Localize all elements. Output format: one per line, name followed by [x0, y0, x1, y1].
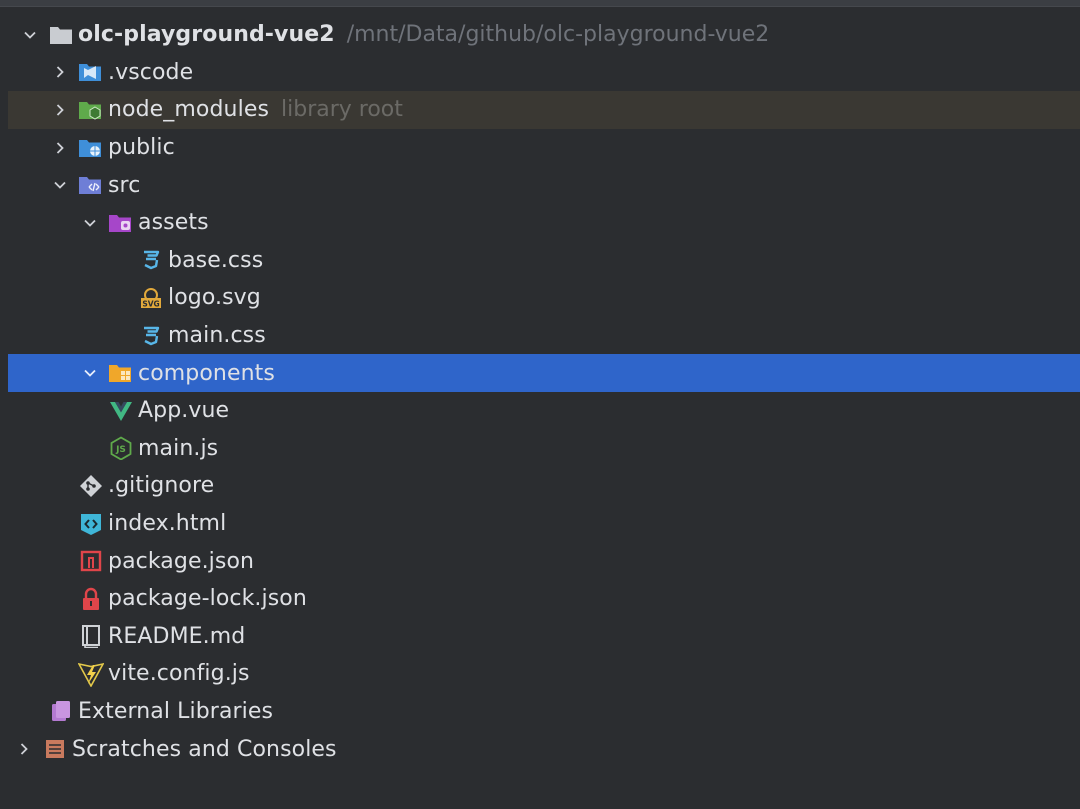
scratches-icon — [42, 736, 68, 762]
project-path: /mnt/Data/github/olc-playground-vue2 — [346, 22, 770, 48]
panel-top-border — [0, 0, 1080, 7]
tree-item-node-modules[interactable]: node_modules library root — [8, 91, 1080, 129]
tree-item-vscode[interactable]: .vscode — [0, 54, 1080, 92]
tree-item-gitignore[interactable]: .gitignore — [0, 467, 1080, 505]
vscode-folder-icon — [78, 59, 104, 85]
project-name: olc-playground-vue2 — [78, 22, 335, 48]
npm-file-icon — [78, 548, 104, 574]
node-folder-icon — [78, 97, 104, 123]
tree-item-label: main.js — [138, 435, 219, 461]
assets-folder-icon — [108, 210, 134, 236]
tree-item-label: logo.svg — [168, 285, 261, 311]
tree-item-src[interactable]: src — [0, 166, 1080, 204]
tree-item-external-libraries[interactable]: External Libraries — [0, 693, 1080, 731]
tree-item-main-css[interactable]: main.css — [0, 317, 1080, 355]
tree-item-logo-svg[interactable]: SVG logo.svg — [0, 279, 1080, 317]
tree-item-label: assets — [138, 210, 209, 236]
vite-file-icon — [78, 661, 104, 687]
project-tree: olc-playground-vue2 /mnt/Data/github/olc… — [0, 16, 1080, 768]
tree-item-public[interactable]: public — [0, 129, 1080, 167]
css-file-icon — [138, 323, 164, 349]
tree-item-package-json[interactable]: package.json — [0, 542, 1080, 580]
tree-item-readme[interactable]: README.md — [0, 618, 1080, 656]
tree-item-assets[interactable]: assets — [0, 204, 1080, 242]
markdown-file-icon — [78, 623, 104, 649]
tree-item-label: node_modules — [108, 97, 270, 123]
tree-item-project-root[interactable]: olc-playground-vue2 /mnt/Data/github/olc… — [0, 16, 1080, 54]
chevron-right-icon[interactable] — [48, 98, 72, 122]
chevron-right-icon[interactable] — [48, 60, 72, 84]
chevron-right-icon[interactable] — [12, 737, 36, 761]
nodejs-file-icon: JS — [108, 435, 134, 461]
tree-item-index-html[interactable]: index.html — [0, 505, 1080, 543]
git-file-icon — [78, 473, 104, 499]
chevron-down-icon[interactable] — [78, 211, 102, 235]
tree-item-label: package-lock.json — [108, 586, 307, 612]
public-folder-icon — [78, 135, 104, 161]
src-folder-icon — [78, 172, 104, 198]
tree-item-main-js[interactable]: JS main.js — [0, 430, 1080, 468]
tree-item-label: components — [138, 360, 275, 386]
chevron-down-icon[interactable] — [48, 173, 72, 197]
tree-item-label: README.md — [108, 623, 246, 649]
components-folder-icon — [108, 360, 134, 386]
svg-text:JS: JS — [115, 445, 126, 455]
tree-item-package-lock[interactable]: package-lock.json — [0, 580, 1080, 618]
tree-item-label: vite.config.js — [108, 661, 250, 687]
tree-item-base-css[interactable]: base.css — [0, 242, 1080, 280]
chevron-right-icon[interactable] — [48, 136, 72, 160]
tree-item-components[interactable]: components — [8, 354, 1080, 392]
lock-file-icon — [78, 586, 104, 612]
folder-icon — [48, 22, 74, 48]
tree-item-vite-config[interactable]: vite.config.js — [0, 655, 1080, 693]
tree-item-label: App.vue — [138, 398, 230, 424]
chevron-down-icon[interactable] — [18, 23, 42, 47]
tree-item-label: Scratches and Consoles — [72, 736, 337, 762]
tree-item-label: src — [108, 172, 141, 198]
tree-item-scratches[interactable]: Scratches and Consoles — [0, 730, 1080, 768]
tree-item-label: package.json — [108, 548, 255, 574]
tree-item-label: main.css — [168, 323, 266, 349]
tree-item-label: index.html — [108, 511, 227, 537]
svg-file-icon: SVG — [138, 285, 164, 311]
css-file-icon — [138, 247, 164, 273]
tree-item-label: public — [108, 135, 175, 161]
tree-item-label: .gitignore — [108, 473, 215, 499]
svg-text:SVG: SVG — [142, 299, 159, 308]
html-file-icon — [78, 511, 104, 537]
tree-item-label: base.css — [168, 247, 264, 273]
tree-item-label: External Libraries — [78, 698, 274, 724]
vue-file-icon — [108, 398, 134, 424]
tree-item-label: .vscode — [108, 59, 194, 85]
libraries-icon — [48, 698, 74, 724]
tree-item-app-vue[interactable]: App.vue — [0, 392, 1080, 430]
library-root-hint: library root — [281, 97, 403, 123]
chevron-down-icon[interactable] — [78, 361, 102, 385]
